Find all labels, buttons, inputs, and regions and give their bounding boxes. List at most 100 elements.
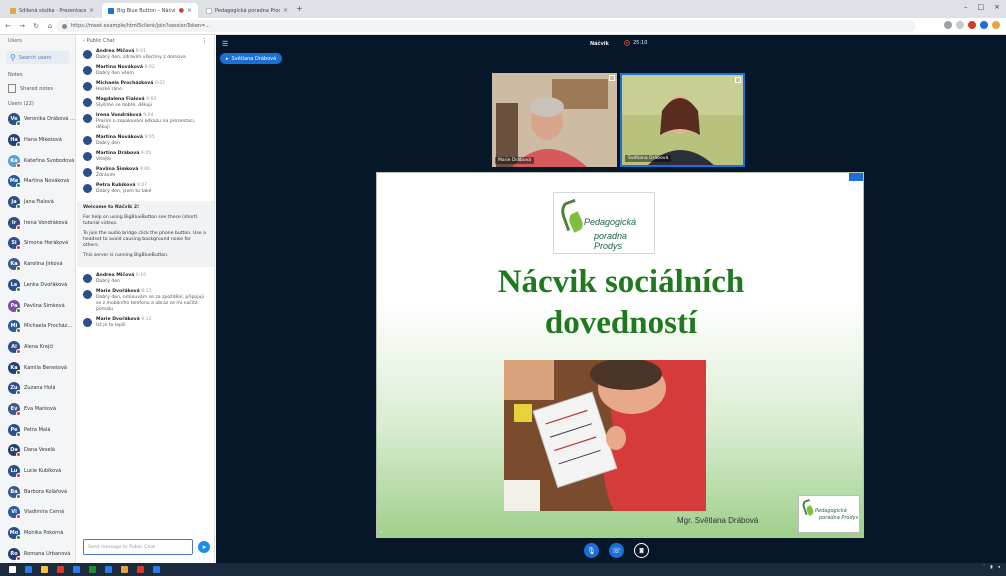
- user-list-item[interactable]: Le Lenka Dvořáková: [0, 275, 75, 296]
- user-list-item[interactable]: Pa Pavlína Šimková: [0, 295, 75, 316]
- browser-tab-3[interactable]: Pedagogická poradna Prodys ×: [200, 3, 294, 18]
- users-search[interactable]: ⚲ Search users: [6, 51, 69, 64]
- message-avatar: [83, 98, 92, 107]
- fullscreen-icon[interactable]: [609, 75, 615, 81]
- home-icon[interactable]: ⌂: [44, 22, 56, 30]
- user-list-item[interactable]: Mo Monika Pokorná: [0, 523, 75, 544]
- presenter-name: Světlana Drábová: [231, 55, 277, 62]
- shared-notes-item[interactable]: Shared notes: [0, 80, 75, 97]
- user-name: Monika Pokorná: [24, 530, 64, 537]
- volume-icon[interactable]: ◂: [998, 565, 1000, 570]
- tray-arrow-icon[interactable]: ˄: [983, 565, 985, 570]
- bookmark-icon[interactable]: [944, 21, 952, 29]
- user-list-item[interactable]: Da Dana Veselá: [0, 440, 75, 461]
- user-list-item[interactable]: VeVeronika Drábová (You): [0, 109, 75, 130]
- webcam-video-2[interactable]: Světlana Drábová: [620, 73, 745, 167]
- user-list-item[interactable]: Lu Lucie Kubíková: [0, 461, 75, 482]
- taskbar-app-icon[interactable]: [73, 566, 80, 573]
- search-icon: ⚲: [10, 53, 16, 62]
- message-time: 9:11: [141, 289, 152, 294]
- user-list-item[interactable]: Ha Hana Mikešová: [0, 130, 75, 151]
- avatar: Le: [8, 278, 21, 292]
- message-author: Marie Dvořáková: [96, 317, 140, 322]
- phone-button[interactable]: ☏: [609, 543, 624, 558]
- taskbar-app-icon[interactable]: [121, 566, 128, 573]
- webcam-video-1[interactable]: Marie Drábová: [492, 73, 617, 167]
- message-author: Michaela Procházková: [96, 81, 154, 86]
- tab-favicon-icon: [206, 7, 212, 14]
- taskbar-app-icon[interactable]: [153, 566, 160, 573]
- address-bar[interactable]: https://meet.example/html5client/join?se…: [56, 20, 916, 32]
- user-list-item[interactable]: Ro Romana Urbanová: [0, 543, 75, 564]
- message-time: 9:01: [135, 49, 147, 54]
- avatar: Ba: [8, 485, 21, 499]
- forward-icon[interactable]: →: [16, 22, 28, 30]
- online-status-icon: [16, 307, 21, 313]
- taskbar-app-icon[interactable]: [25, 566, 32, 573]
- send-message-button[interactable]: ➤: [198, 541, 210, 553]
- user-list-item[interactable]: Si Simona Horáková: [0, 233, 75, 254]
- folder-icon[interactable]: [41, 566, 48, 573]
- message-time: 9:02: [144, 65, 155, 70]
- more-options-icon[interactable]: ⋮: [201, 37, 208, 45]
- taskbar-app-icon[interactable]: [137, 566, 144, 573]
- user-list-item[interactable]: Ka Karolína Jirková: [0, 254, 75, 275]
- message-body: Andrea Mičová 9:10 Dobrý den: [96, 273, 146, 285]
- close-window-icon[interactable]: ×: [994, 3, 1000, 11]
- back-icon[interactable]: ←: [2, 22, 14, 30]
- users-toggle-icon[interactable]: ☰: [222, 40, 228, 48]
- user-list-item[interactable]: Pe Petra Malá: [0, 419, 75, 440]
- browser-tab-1[interactable]: Sdílená složka · Prezentace ×: [4, 3, 100, 18]
- recording-indicator[interactable]: 25:10: [624, 40, 647, 46]
- user-name: Lucie Kubíková: [24, 468, 62, 475]
- user-list-item[interactable]: Zu Zuzana Holá: [0, 378, 75, 399]
- user-list-item[interactable]: Ba Barbora Kolářová: [0, 481, 75, 502]
- user-list-item[interactable]: Mi Michaela Procházková: [0, 316, 75, 337]
- close-tab-icon[interactable]: ×: [89, 7, 94, 14]
- chat-message: Marie Dvořáková 9:11 Dobrý den, omlouvám …: [77, 287, 214, 315]
- minimize-icon[interactable]: –: [964, 3, 968, 11]
- profile-icon[interactable]: [992, 21, 1000, 29]
- message-author: Andrea Mičová: [96, 49, 135, 54]
- network-icon[interactable]: ▮: [990, 565, 992, 570]
- extension-icon[interactable]: [968, 21, 976, 29]
- user-list: VeVeronika Drábová (You)HaHana MikešováK…: [0, 109, 75, 564]
- user-list-item[interactable]: Ka Kateřina Svobodová: [0, 150, 75, 171]
- audio-button[interactable]: 🎙: [584, 543, 599, 558]
- chrome-icon[interactable]: [57, 566, 64, 573]
- avatar: Ka: [8, 361, 21, 375]
- extension-icon[interactable]: [980, 21, 988, 29]
- fullscreen-icon[interactable]: [735, 77, 741, 83]
- extension-icon[interactable]: [956, 21, 964, 29]
- avatar: Al: [8, 340, 21, 354]
- muted-status-icon: [16, 473, 21, 479]
- user-list-item[interactable]: Ja Jana Fialová: [0, 192, 75, 213]
- chat-panel: ‹ Public Chat ⋮ Andrea Mičová 9:01 Dobrý …: [77, 35, 215, 563]
- slide-options-icon[interactable]: [849, 173, 863, 181]
- reload-icon[interactable]: ↻: [30, 22, 42, 30]
- new-tab-icon[interactable]: +: [296, 4, 303, 13]
- user-name: Kamila Benešová: [24, 364, 67, 371]
- slide-menu-icon[interactable]: ▴: [380, 529, 383, 535]
- close-tab-icon[interactable]: ×: [283, 7, 288, 14]
- close-tab-icon[interactable]: ×: [187, 7, 192, 14]
- browser-tab-2[interactable]: Big Blue Button – Náčvik ● ×: [102, 3, 198, 18]
- chat-message-input[interactable]: Send message to Public Chat: [83, 539, 193, 555]
- taskbar-app-icon[interactable]: [89, 566, 96, 573]
- user-list-item[interactable]: Vl Vladimíra Černá: [0, 502, 75, 523]
- avatar: Ir: [8, 216, 21, 230]
- prodys-logo-small: Pedagogická poradna Prodys: [798, 495, 860, 533]
- tab-title: Sdílená složka · Prezentace: [19, 7, 86, 14]
- webcam-button[interactable]: ◙: [634, 543, 649, 558]
- user-name: Zuzana Holá: [24, 385, 56, 392]
- user-list-item[interactable]: Ma Martina Nováková: [0, 171, 75, 192]
- taskbar-app-icon[interactable]: [105, 566, 112, 573]
- user-list-item[interactable]: Ir Irena Vondráková: [0, 212, 75, 233]
- user-list-item[interactable]: Al Alena Krejčí: [0, 337, 75, 358]
- user-name: Petra Malá: [24, 426, 51, 433]
- start-icon[interactable]: [9, 566, 16, 573]
- user-list-item[interactable]: Ka Kamila Benešová: [0, 357, 75, 378]
- presentation-slide[interactable]: Pedagogická poradna Prodys Nácvik sociál…: [376, 172, 864, 538]
- user-list-item[interactable]: Ev Eva Marková: [0, 399, 75, 420]
- maximize-icon[interactable]: □: [978, 3, 985, 11]
